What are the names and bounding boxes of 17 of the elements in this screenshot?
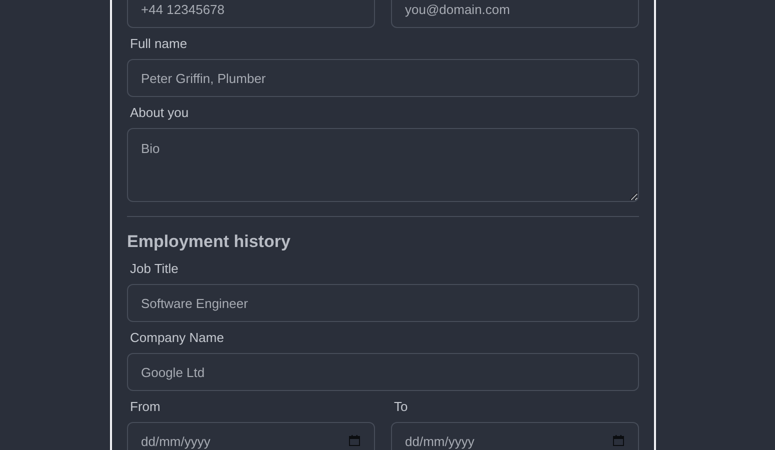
field-label: To: [394, 398, 409, 416]
text-field[interactable]: you@domain.com: [391, 0, 639, 28]
bio-field[interactable]: Bio: [127, 128, 639, 202]
field-label: Full name: [130, 35, 188, 53]
section-heading: Employment history: [127, 231, 292, 253]
calendar-icon[interactable]: [349, 435, 360, 446]
field-label: About you: [130, 104, 190, 122]
text-field[interactable]: Google Ltd: [127, 353, 639, 391]
text-field[interactable]: Peter Griffin, Plumber: [127, 59, 639, 97]
text-field[interactable]: +44 12345678: [127, 0, 375, 28]
text-field[interactable]: Software Engineer: [127, 284, 639, 322]
calendar-icon[interactable]: [613, 435, 624, 446]
field-label: Company Name: [130, 329, 225, 347]
date-field[interactable]: dd/mm/yyyy: [391, 422, 639, 450]
field-label: From: [130, 398, 162, 416]
date-field[interactable]: dd/mm/yyyy: [127, 422, 375, 450]
field-label: Job Title: [130, 260, 180, 278]
